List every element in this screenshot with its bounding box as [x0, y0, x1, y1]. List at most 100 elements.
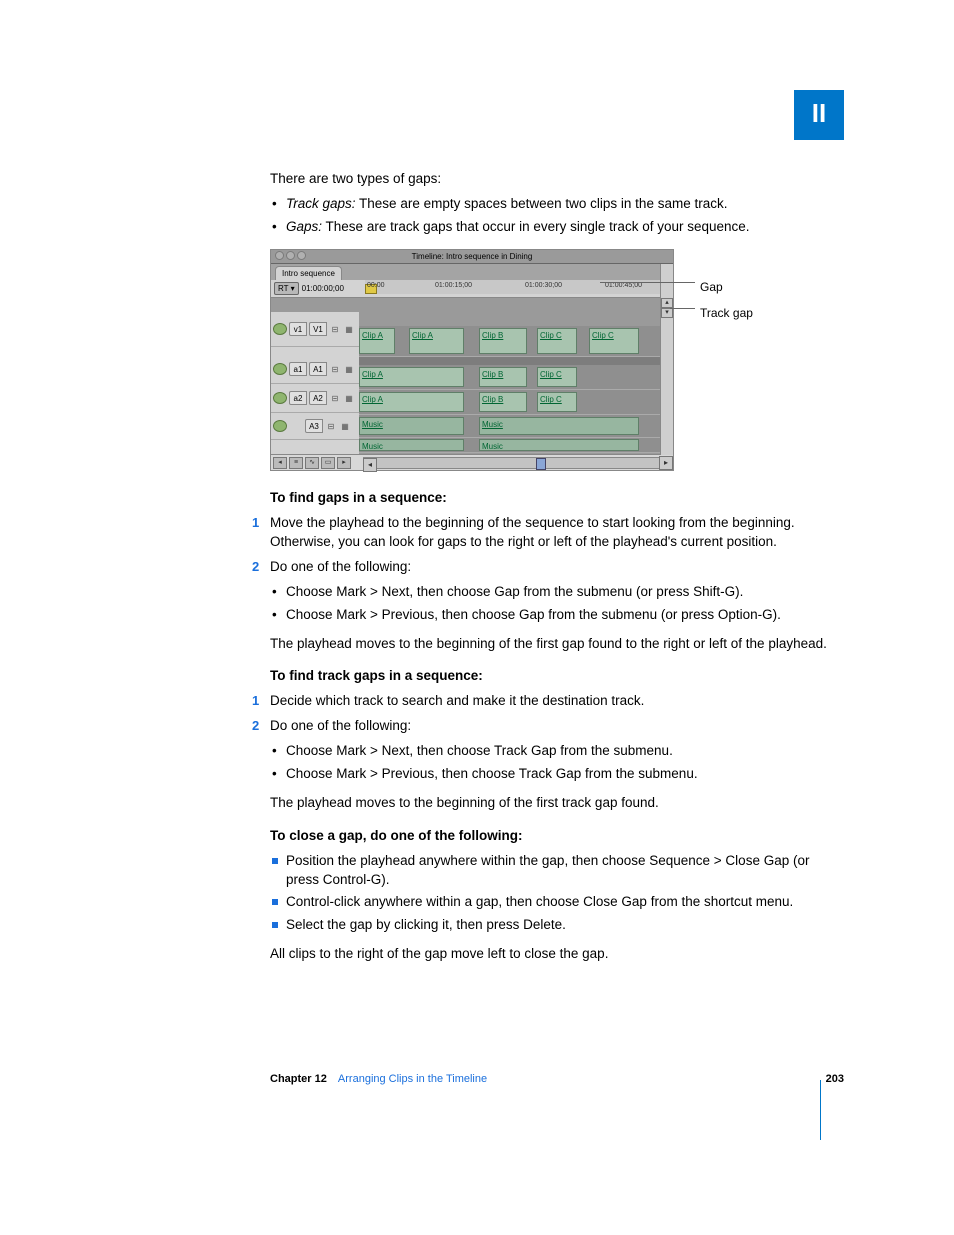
- gap-types-list: Track gaps: These are empty spaces betwe…: [270, 195, 844, 237]
- lock-icon[interactable]: ⊟: [329, 392, 341, 404]
- window-titlebar: Timeline: Intro sequence in Dining: [271, 250, 673, 264]
- source-patch[interactable]: a2: [289, 391, 307, 405]
- dest-patch[interactable]: A3: [305, 419, 323, 433]
- clip[interactable]: Clip C: [537, 328, 577, 354]
- visibility-toggle[interactable]: [273, 420, 287, 432]
- ruler-tick: 01:00:15;00: [435, 281, 472, 291]
- side-rule: [820, 1080, 821, 1140]
- track-a2[interactable]: Clip A Clip B Clip C: [359, 390, 673, 415]
- clip[interactable]: Music: [479, 417, 639, 435]
- step: 1 Decide which track to search and make …: [270, 692, 844, 711]
- sequence-tabbar: Intro sequence: [271, 264, 673, 280]
- page-footer: Chapter 12 Arranging Clips in the Timeli…: [270, 1072, 844, 1087]
- track-a3-pair[interactable]: Music Music: [359, 438, 673, 453]
- visibility-toggle[interactable]: [273, 363, 287, 375]
- lock-icon[interactable]: ⊟: [329, 323, 341, 335]
- toggle-icon[interactable]: ≡: [289, 457, 303, 469]
- clip[interactable]: Clip B: [479, 367, 527, 387]
- list-text: Choose Mark > Previous, then choose Gap …: [286, 607, 781, 622]
- clip[interactable]: Music: [359, 439, 464, 451]
- step-number: 1: [252, 514, 259, 532]
- mute-icon[interactable]: ▦: [343, 392, 355, 404]
- vertical-scrollbar[interactable]: ▴ ▾: [660, 264, 673, 456]
- list-item: Choose Mark > Previous, then choose Gap …: [270, 606, 844, 625]
- visibility-toggle[interactable]: [273, 392, 287, 404]
- clip[interactable]: Clip A: [409, 328, 464, 354]
- scroll-up-icon[interactable]: ▴: [661, 298, 673, 308]
- callout-line: [600, 282, 695, 283]
- clip[interactable]: Clip B: [479, 328, 527, 354]
- gap-lane: [359, 298, 673, 312]
- term: Track gaps:: [286, 196, 356, 211]
- result-para: All clips to the right of the gap move l…: [270, 945, 844, 964]
- list-item: Control-click anywhere within a gap, the…: [270, 893, 844, 912]
- step-text: Do one of the following:: [270, 559, 411, 574]
- callout-gap-label: Gap: [700, 279, 723, 296]
- lock-icon[interactable]: ⊟: [325, 420, 337, 432]
- tracks-area[interactable]: Clip A Clip A Clip B Clip C Clip C Clip …: [359, 298, 673, 454]
- list-item: Choose Mark > Next, then choose Gap from…: [270, 583, 844, 602]
- section-heading: To close a gap, do one of the following:: [270, 827, 844, 846]
- callout-line: [670, 308, 695, 309]
- mute-icon[interactable]: ▦: [339, 420, 351, 432]
- scroll-thumb[interactable]: [536, 458, 546, 470]
- term-desc: These are empty spaces between two clips…: [359, 196, 727, 211]
- clip[interactable]: Music: [359, 417, 464, 435]
- ruler-tick: 01:00:30;00: [525, 281, 562, 291]
- step-number: 2: [252, 558, 259, 576]
- horizontal-scrollbar[interactable]: ◂: [363, 457, 661, 469]
- scroll-left-icon[interactable]: ◂: [363, 458, 377, 472]
- toggle-icon[interactable]: ▭: [321, 457, 335, 469]
- autoselect-icon[interactable]: ▦: [343, 323, 355, 335]
- scroll-down-icon[interactable]: ▾: [661, 308, 673, 318]
- timeline-figure: Timeline: Intro sequence in Dining Intro…: [270, 249, 844, 472]
- mute-icon[interactable]: ▦: [343, 363, 355, 375]
- list-text: Select the gap by clicking it, then pres…: [286, 917, 566, 932]
- track-a1[interactable]: Clip A Clip B Clip C: [359, 365, 673, 390]
- toggle-icon[interactable]: ∿: [305, 457, 319, 469]
- sequence-tab[interactable]: Intro sequence: [275, 266, 342, 280]
- track-v1[interactable]: Clip A Clip A Clip B Clip C Clip C: [359, 326, 673, 357]
- clip[interactable]: Music: [479, 439, 639, 451]
- rt-menu-button[interactable]: RT ▾: [274, 282, 299, 295]
- step-number: 1: [252, 692, 259, 710]
- step-text: Move the playhead to the beginning of th…: [270, 515, 795, 549]
- toggle-icon[interactable]: ▸: [337, 457, 351, 469]
- toggle-icon[interactable]: ◂: [273, 457, 287, 469]
- clip[interactable]: Clip A: [359, 367, 464, 387]
- chapter-title: Arranging Clips in the Timeline: [338, 1073, 487, 1085]
- close-gap-list: Position the playhead anywhere within th…: [270, 852, 844, 936]
- scroll-right-icon[interactable]: ▸: [659, 456, 673, 470]
- clip[interactable]: Clip A: [359, 392, 464, 412]
- step: 1 Move the playhead to the beginning of …: [270, 514, 844, 552]
- clip[interactable]: Clip C: [537, 367, 577, 387]
- list-text: Choose Mark > Next, then choose Track Ga…: [286, 743, 673, 758]
- section-heading: To find track gaps in a sequence:: [270, 667, 844, 686]
- sub-bullets: Choose Mark > Next, then choose Gap from…: [270, 583, 844, 625]
- clip[interactable]: Clip A: [359, 328, 395, 354]
- dest-patch[interactable]: A2: [309, 391, 327, 405]
- dest-patch[interactable]: A1: [309, 362, 327, 376]
- list-text: Choose Mark > Next, then choose Gap from…: [286, 584, 743, 599]
- bottom-toolbar: ◂ ≡ ∿ ▭ ▸ ◂ ▸: [271, 454, 673, 470]
- list-text: Position the playhead anywhere within th…: [286, 853, 809, 887]
- track-a3[interactable]: Music Music: [359, 415, 673, 438]
- step-number: 2: [252, 717, 259, 735]
- clip[interactable]: Clip B: [479, 392, 527, 412]
- step: 2 Do one of the following:: [270, 717, 844, 736]
- page-number: 203: [826, 1072, 844, 1087]
- section-heading: To find gaps in a sequence:: [270, 489, 844, 508]
- callout-trackgap-label: Track gap: [700, 305, 753, 322]
- current-timecode[interactable]: 01:00:00;00: [302, 283, 344, 294]
- list-text: Control-click anywhere within a gap, the…: [286, 894, 793, 909]
- lock-icon[interactable]: ⊟: [329, 363, 341, 375]
- visibility-toggle[interactable]: [273, 323, 287, 335]
- source-patch[interactable]: v1: [289, 322, 307, 336]
- clip[interactable]: Clip C: [537, 392, 577, 412]
- dest-patch[interactable]: V1: [309, 322, 327, 336]
- step-text: Decide which track to search and make it…: [270, 693, 644, 708]
- clip[interactable]: Clip C: [589, 328, 639, 354]
- traffic-lights-icon: [275, 251, 306, 260]
- list-item: Position the playhead anywhere within th…: [270, 852, 844, 890]
- source-patch[interactable]: a1: [289, 362, 307, 376]
